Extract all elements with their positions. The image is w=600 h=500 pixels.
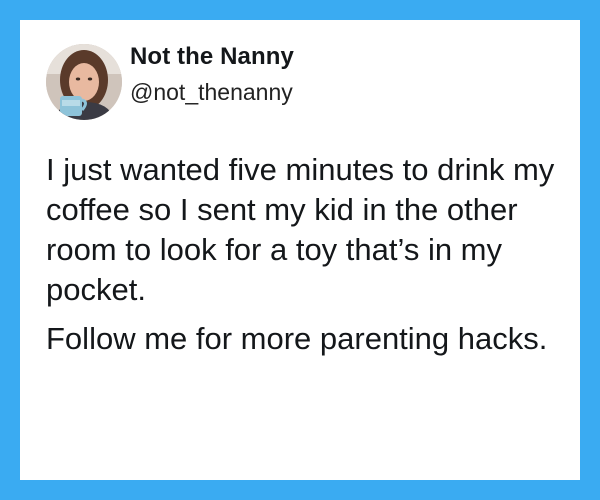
tweet-paragraph: I just wanted five minutes to drink my c… [46,152,555,307]
user-handle[interactable]: @not_thenanny [130,79,293,106]
tweet-paragraph: Follow me for more parenting hacks. [46,321,548,356]
tweet-card: Not the Nanny @not_thenanny I just wante… [20,20,580,480]
profile-photo-icon [46,44,122,120]
avatar[interactable] [46,44,122,120]
display-name[interactable]: Not the Nanny [130,43,294,71]
tweet-text: I just wanted five minutes to drink my c… [46,150,566,359]
